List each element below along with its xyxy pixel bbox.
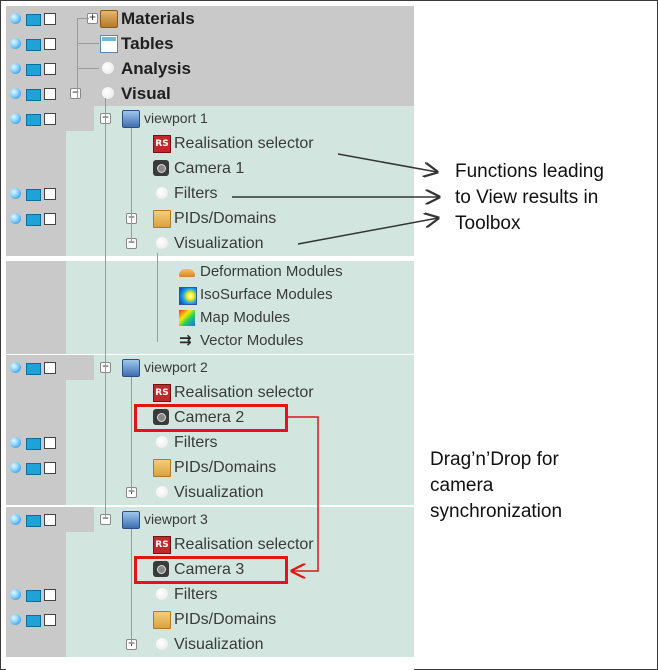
functions-note-line-2: to View results in [455,187,599,208]
annotation-arrows [232,153,658,670]
arrow-camera-drag [288,416,319,571]
arrow-visualization-to-note [297,218,438,245]
drag-note-line-1: Drag’n’Drop for [430,449,559,470]
drag-note-line-3: synchronization [430,501,563,522]
functions-note-line-1: Functions leading [455,161,604,182]
drag-note-line-2: camera [430,475,494,496]
arrow-realisation-to-note [337,153,437,172]
functions-note-line-3: Toolbox [455,213,521,234]
